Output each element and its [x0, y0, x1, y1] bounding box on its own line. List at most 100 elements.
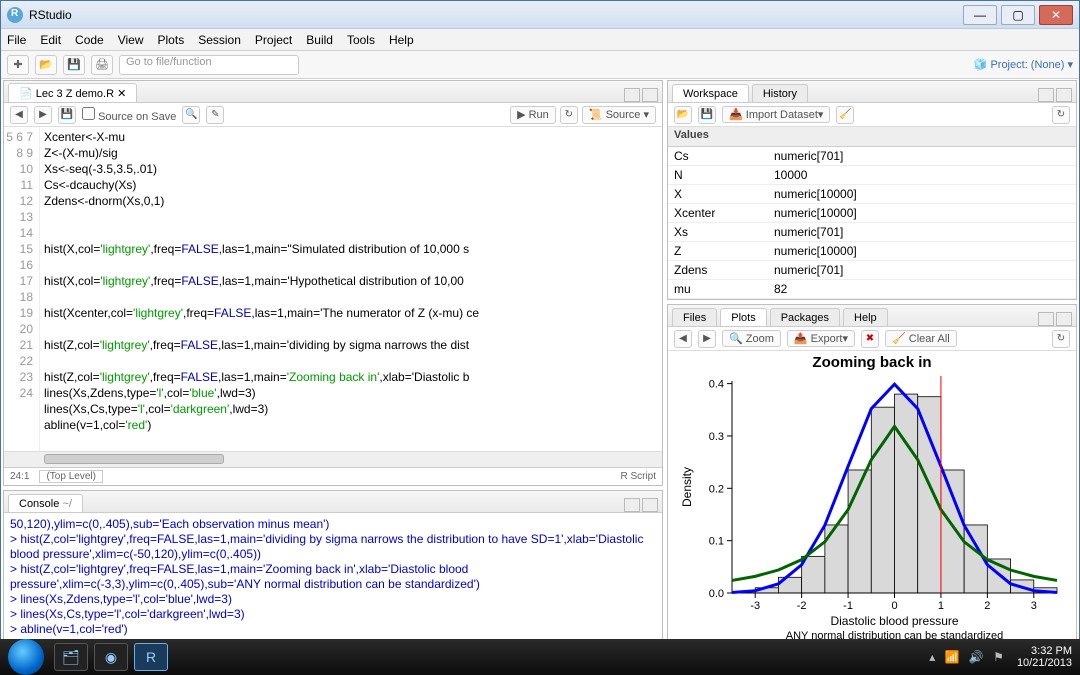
clear-plots-button[interactable]: 🧹 Clear All	[885, 330, 957, 347]
svg-text:1: 1	[938, 600, 944, 612]
start-button[interactable]	[8, 639, 44, 675]
project-dropdown[interactable]: 🧊 Project: (None) ▾	[974, 58, 1073, 71]
explorer-task-icon[interactable]: 🗂	[54, 643, 88, 671]
pane-max-icon[interactable]	[1056, 88, 1072, 102]
window-title: RStudio	[29, 8, 72, 22]
source-tab[interactable]: 📄 Lec 3 Z demo.R ✕	[8, 83, 137, 102]
svg-text:0: 0	[891, 600, 897, 612]
main-toolbar: ✚ 📂 💾 🖨 Go to file/function 🧊 Project: (…	[1, 51, 1079, 79]
maximize-button[interactable]: ▢	[1001, 5, 1035, 25]
chrome-task-icon[interactable]: ◉	[94, 643, 128, 671]
tab-help[interactable]: Help	[843, 308, 888, 326]
save-source-icon[interactable]: 💾	[58, 106, 76, 124]
menu-code[interactable]: Code	[75, 33, 104, 47]
menu-file[interactable]: File	[7, 33, 26, 47]
menu-plots[interactable]: Plots	[158, 33, 185, 47]
tray-time[interactable]: 3:32 PM	[1017, 645, 1072, 657]
source-on-save-checkbox[interactable]: Source on Save	[82, 107, 176, 123]
ws-row[interactable]: Znumeric[10000]	[668, 242, 1076, 261]
goto-file-input[interactable]: Go to file/function	[119, 55, 299, 75]
svg-text:Diastolic blood pressure: Diastolic blood pressure	[830, 614, 958, 628]
minimize-button[interactable]: —	[963, 5, 997, 25]
svg-text:3: 3	[1031, 600, 1037, 612]
menu-edit[interactable]: Edit	[40, 33, 61, 47]
close-button[interactable]: ✕	[1039, 5, 1073, 25]
back-icon[interactable]: ◀	[10, 106, 28, 124]
new-file-icon[interactable]: ✚	[7, 55, 29, 75]
save-icon[interactable]: 💾	[63, 55, 85, 75]
open-file-icon[interactable]: 📂	[35, 55, 57, 75]
plots-pane: Files Plots Packages Help ◀ ▶ 🔍 Zoom 📤 E…	[667, 304, 1077, 652]
export-button[interactable]: 📤 Export▾	[787, 330, 855, 347]
save-ws-icon[interactable]: 💾	[698, 106, 716, 124]
scope-selector[interactable]: (Top Level)	[39, 470, 102, 483]
ws-row[interactable]: N10000	[668, 166, 1076, 185]
import-dataset-button[interactable]: 📥 Import Dataset▾	[722, 106, 830, 123]
plot-canvas: Zooming back in-3-2-101230.00.10.20.30.4…	[668, 351, 1076, 651]
titlebar[interactable]: RStudio — ▢ ✕	[1, 1, 1079, 29]
svg-text:-1: -1	[843, 600, 853, 612]
svg-text:0.3: 0.3	[709, 431, 724, 443]
pane-max-icon[interactable]	[642, 88, 658, 102]
app-icon	[7, 7, 23, 23]
rstudio-window: RStudio — ▢ ✕ File Edit Code View Plots …	[0, 0, 1080, 640]
cursor-position: 24:1	[10, 471, 29, 482]
svg-text:0.1: 0.1	[709, 536, 724, 548]
ws-row[interactable]: Xnumeric[10000]	[668, 185, 1076, 204]
menu-build[interactable]: Build	[306, 33, 333, 47]
ws-row[interactable]: Csnumeric[701]	[668, 147, 1076, 166]
svg-text:0.0: 0.0	[709, 588, 724, 600]
workspace-pane: Workspace History 📂 💾 📥 Import Dataset▾ …	[667, 80, 1077, 300]
ws-row[interactable]: mu82	[668, 280, 1076, 299]
ws-row[interactable]: Zdensnumeric[701]	[668, 261, 1076, 280]
pane-max-icon[interactable]	[642, 498, 658, 512]
pane-min-icon[interactable]	[624, 498, 640, 512]
tray-icons[interactable]: ▴ 📶 🔊 ⚑	[929, 651, 1007, 663]
console-tab[interactable]: Console ~/	[8, 494, 83, 512]
refresh-ws-icon[interactable]: ↻	[1052, 106, 1070, 124]
svg-text:0.4: 0.4	[709, 379, 724, 391]
pane-min-icon[interactable]	[1038, 88, 1054, 102]
plot-prev-icon[interactable]: ◀	[674, 330, 692, 348]
rstudio-task-icon[interactable]: R	[134, 643, 168, 671]
ws-row[interactable]: Xcenternumeric[10000]	[668, 204, 1076, 223]
wand-icon[interactable]: ✎	[206, 106, 224, 124]
find-icon[interactable]: 🔍	[182, 106, 200, 124]
windows-taskbar[interactable]: 🗂 ◉ R ▴ 📶 🔊 ⚑ 3:32 PM 10/21/2013	[0, 639, 1080, 675]
tab-packages[interactable]: Packages	[770, 308, 840, 326]
plot-next-icon[interactable]: ▶	[698, 330, 716, 348]
zoom-button[interactable]: 🔍 Zoom	[722, 330, 781, 347]
svg-text:-2: -2	[797, 600, 807, 612]
source-button[interactable]: 📜 Source ▾	[582, 106, 656, 124]
menu-session[interactable]: Session	[198, 33, 241, 47]
load-ws-icon[interactable]: 📂	[674, 106, 692, 124]
remove-plot-icon[interactable]: ✖	[861, 330, 879, 348]
pane-min-icon[interactable]	[624, 88, 640, 102]
tab-files[interactable]: Files	[672, 308, 717, 326]
svg-text:2: 2	[984, 600, 990, 612]
code-editor[interactable]: 5 6 7 8 9 10 11 12 13 14 15 16 17 18 19 …	[4, 127, 662, 451]
fwd-icon[interactable]: ▶	[34, 106, 52, 124]
tab-workspace[interactable]: Workspace	[672, 84, 749, 102]
refresh-plot-icon[interactable]: ↻	[1052, 330, 1070, 348]
clear-ws-icon[interactable]: 🧹	[836, 106, 854, 124]
rerun-icon[interactable]: ↻	[560, 106, 578, 124]
menu-project[interactable]: Project	[255, 33, 292, 47]
file-type-selector[interactable]: R Script	[620, 471, 656, 482]
ws-section-header: Values	[668, 127, 1076, 147]
menu-tools[interactable]: Tools	[347, 33, 375, 47]
pane-min-icon[interactable]	[1038, 312, 1054, 326]
menu-view[interactable]: View	[118, 33, 144, 47]
svg-text:Density: Density	[680, 467, 694, 507]
pane-max-icon[interactable]	[1056, 312, 1072, 326]
run-button[interactable]: ▶ Run	[510, 106, 556, 124]
ws-row[interactable]: Xsnumeric[701]	[668, 223, 1076, 242]
tab-history[interactable]: History	[752, 84, 808, 102]
menu-help[interactable]: Help	[389, 33, 414, 47]
svg-text:0.2: 0.2	[709, 483, 724, 495]
editor-hscrollbar[interactable]	[4, 451, 662, 467]
tab-plots[interactable]: Plots	[720, 308, 766, 326]
menubar: File Edit Code View Plots Session Projec…	[1, 29, 1079, 51]
tray-date[interactable]: 10/21/2013	[1017, 657, 1072, 669]
print-icon[interactable]: 🖨	[91, 55, 113, 75]
